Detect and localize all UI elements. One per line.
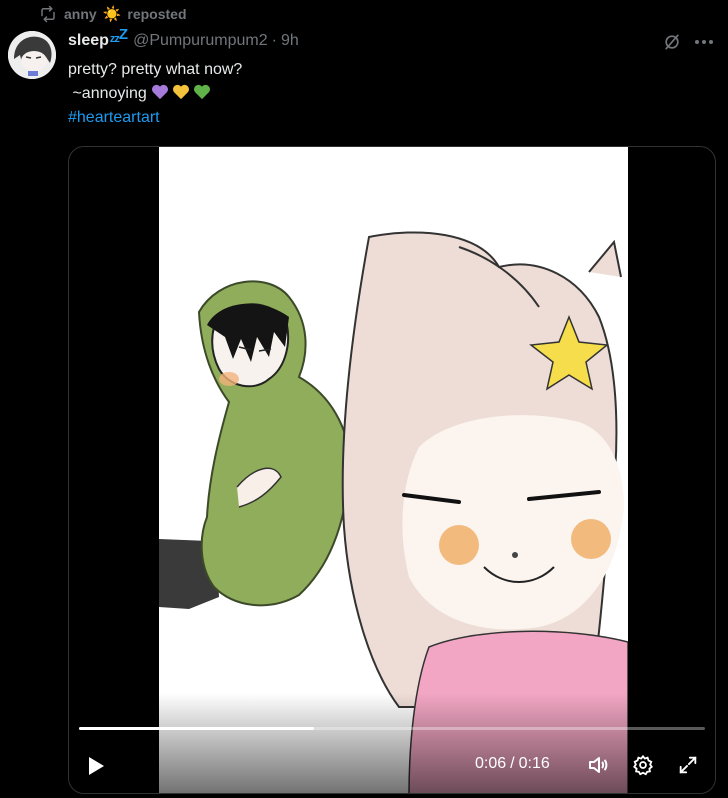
sleep-zzz-icon: zzZ xyxy=(109,25,128,45)
hashtag-link[interactable]: #hearteartart xyxy=(68,106,688,130)
time-separator: / xyxy=(510,755,515,772)
repost-label: reposted xyxy=(127,6,187,22)
post-time[interactable]: 9h xyxy=(281,32,299,50)
tweet-line-2-text: ~annoying xyxy=(68,85,147,102)
speaker-icon xyxy=(589,757,608,773)
reposter-name[interactable]: anny xyxy=(64,6,97,22)
video-time: 0:06 / 0:16 xyxy=(475,755,550,773)
video-progress-fill xyxy=(79,727,314,730)
tweet-line-2: ~annoying xyxy=(68,82,688,106)
gear-icon xyxy=(633,754,653,776)
sun-emoji-icon: ☀️ xyxy=(102,5,122,23)
author-display-name[interactable]: sleep xyxy=(68,32,109,50)
tweet-text: pretty? pretty what now? ~annoying #hear… xyxy=(68,58,688,130)
author-handle[interactable]: @Pumpurumpum2 xyxy=(133,32,268,50)
separator-dot: · xyxy=(271,32,277,49)
yellow-heart-icon xyxy=(173,84,190,100)
video-progress-bar[interactable] xyxy=(79,727,705,730)
total-duration: 0:16 xyxy=(518,755,550,772)
repost-context[interactable]: anny ☀️ reposted xyxy=(38,4,187,24)
settings-button[interactable] xyxy=(630,752,656,778)
purple-heart-icon xyxy=(152,84,169,100)
video-player[interactable]: 0:06 / 0:16 xyxy=(68,146,716,794)
repost-icon xyxy=(38,4,58,24)
avatar[interactable] xyxy=(8,31,56,79)
expand-icon xyxy=(679,756,697,774)
controls-overlay xyxy=(69,693,715,793)
volume-button[interactable] xyxy=(585,752,611,778)
more-options-icon[interactable] xyxy=(692,30,716,54)
tweet-line-1: pretty? pretty what now? xyxy=(68,61,243,78)
fullscreen-button[interactable] xyxy=(675,752,701,778)
tweet-header: sleep zzZ @Pumpurumpum2 · 9h xyxy=(68,25,299,52)
green-heart-icon xyxy=(194,84,211,100)
current-time: 0:06 xyxy=(475,755,507,772)
grok-icon[interactable] xyxy=(660,30,684,54)
play-button[interactable] xyxy=(83,753,109,779)
